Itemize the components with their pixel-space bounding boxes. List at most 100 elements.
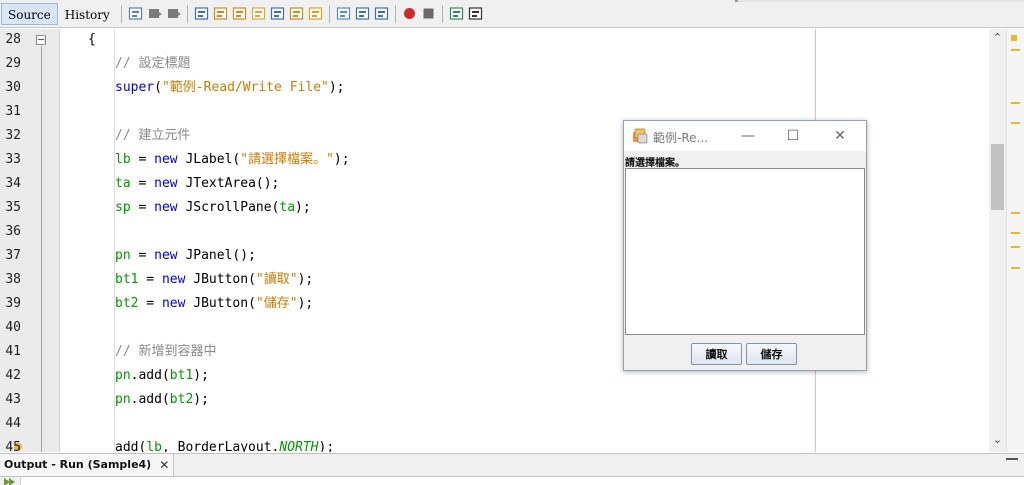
scroll-down-icon[interactable]: ⌄ <box>989 431 1006 448</box>
indent-guide <box>44 29 45 452</box>
button-panel: 讀取 儲存 <box>624 335 866 370</box>
line-number: 31 <box>5 104 21 119</box>
error-stripe-mark[interactable] <box>1011 49 1020 51</box>
code-line[interactable]: pn.add(bt1); <box>115 364 209 388</box>
toolbar-icon-group <box>126 4 485 23</box>
app-window[interactable]: 範例-Re... — ☐ ✕ 請選擇檔案。 讀取 儲存 <box>623 120 867 371</box>
code-token: ); <box>297 296 314 311</box>
code-line[interactable]: // 設定標題 <box>115 52 190 76</box>
code-token: new <box>161 296 186 311</box>
minimize-panel-icon[interactable] <box>1006 458 1018 461</box>
save-button[interactable]: 儲存 <box>746 343 797 365</box>
minimize-button[interactable]: — <box>725 121 771 151</box>
code-token: ); <box>193 392 209 407</box>
line-number-gutter: 28 29 30 31 32 33 34 35 36 37 38 39 40 41 42 43 44 45 <box>0 29 60 452</box>
code-token: .add( <box>130 368 170 383</box>
indent-guide <box>60 29 61 452</box>
file-text-area[interactable] <box>625 168 865 335</box>
vertical-scrollbar[interactable]: ⌃ ⌄ <box>989 29 1006 452</box>
code-token: bt1 <box>115 272 139 287</box>
rerun-icon[interactable] <box>3 478 17 485</box>
close-button[interactable]: ✕ <box>817 121 863 151</box>
code-line[interactable]: lb = new JLabel("請選擇檔案。"); <box>115 148 350 172</box>
shift-right-icon[interactable] <box>374 6 389 21</box>
code-line[interactable]: bt2 = new JButton("儲存"); <box>115 292 313 316</box>
file-prompt-label: 請選擇檔案。 <box>625 158 685 169</box>
code-token: ); <box>333 152 350 167</box>
code-token: add( <box>115 440 147 452</box>
line-number: 45 <box>5 440 21 452</box>
code-line[interactable]: bt1 = new JButton("讀取"); <box>115 268 313 292</box>
error-stripe[interactable] <box>1006 29 1024 452</box>
editor-toolbar: Source History <box>0 0 1024 28</box>
scroll-up-icon[interactable]: ⌃ <box>989 29 1006 46</box>
code-token: JButton( <box>185 296 256 311</box>
output-tab[interactable]: Output - Run (Sample4) ✕ <box>0 454 175 476</box>
find-selection-icon[interactable] <box>194 6 209 21</box>
previous-bookmark-icon[interactable] <box>289 6 304 21</box>
code-token: new <box>161 272 186 287</box>
code-token: new <box>154 200 178 215</box>
code-token: JTextArea(); <box>177 176 280 191</box>
code-token: pn <box>115 392 131 407</box>
back-icon[interactable] <box>147 6 162 21</box>
code-line[interactable]: // 建立元件 <box>115 124 190 148</box>
code-token: // 新增到容器中 <box>115 344 217 359</box>
code-line[interactable]: sp = new JScrollPane(ta); <box>115 196 311 220</box>
code-line[interactable]: pn.add(bt2); <box>115 388 209 412</box>
uncomment-icon[interactable] <box>468 6 483 21</box>
tab-history[interactable]: History <box>58 3 117 25</box>
error-stripe-mark[interactable] <box>1011 122 1020 124</box>
window-title: 範例-Re... <box>653 131 708 145</box>
line-number: 29 <box>5 56 21 71</box>
code-token: ); <box>295 200 311 215</box>
forward-icon[interactable] <box>166 6 181 21</box>
line-number: 30 <box>5 80 21 95</box>
code-token: ta <box>115 176 131 191</box>
close-icon[interactable]: ✕ <box>159 454 169 476</box>
code-token: NORTH <box>279 440 319 452</box>
toggle-highlight-icon[interactable] <box>251 6 266 21</box>
fold-guide <box>41 46 42 452</box>
code-token: sp <box>115 200 131 215</box>
code-token: "儲存" <box>255 296 298 311</box>
shift-left-icon[interactable] <box>355 6 370 21</box>
code-token: "讀取" <box>255 272 298 287</box>
line-number: 40 <box>5 320 21 335</box>
error-stripe-mark[interactable] <box>1011 102 1020 104</box>
error-stripe-mark[interactable] <box>1011 212 1020 214</box>
code-token: super <box>115 80 155 95</box>
toggle-rectangular-icon[interactable] <box>270 6 285 21</box>
code-line[interactable]: super("範例-Read/Write File"); <box>115 76 345 100</box>
output-tab-title: Output - Run (Sample4) <box>4 458 152 471</box>
code-token: = <box>130 176 155 191</box>
next-bookmark-icon[interactable] <box>308 6 323 21</box>
error-stripe-mark[interactable] <box>1011 232 1020 234</box>
find-previous-icon[interactable] <box>213 6 228 21</box>
read-button[interactable]: 讀取 <box>691 343 742 365</box>
maximize-button[interactable]: ☐ <box>770 121 816 151</box>
start-macro-icon[interactable] <box>402 6 417 21</box>
code-line[interactable]: add(lb, BorderLayout.NORTH); <box>115 436 334 452</box>
find-next-icon[interactable] <box>232 6 247 21</box>
scrollbar-thumb[interactable] <box>991 144 1004 210</box>
code-line[interactable]: pn = new JPanel(); <box>115 244 256 268</box>
tab-source[interactable]: Source <box>1 2 58 25</box>
code-editor[interactable]: 28 29 30 31 32 33 34 35 36 37 38 39 40 41 42 43 44 45 {//… <box>0 29 1024 452</box>
stop-macro-icon[interactable] <box>421 6 436 21</box>
code-line[interactable]: // 新增到容器中 <box>115 340 216 364</box>
toggle-bookmark-icon[interactable] <box>336 6 351 21</box>
last-edit-icon[interactable] <box>128 6 143 21</box>
error-stripe-mark[interactable] <box>1011 246 1020 248</box>
code-token: lb <box>146 440 162 452</box>
status-indicator-icon[interactable] <box>1011 35 1017 41</box>
window-title-bar[interactable]: 範例-Re... — ☐ ✕ <box>624 121 866 151</box>
comment-icon[interactable] <box>449 6 464 21</box>
error-stripe-mark[interactable] <box>1011 267 1020 269</box>
code-token: ); <box>193 368 209 383</box>
code-line[interactable]: { <box>88 29 96 52</box>
code-line[interactable]: ta = new JTextArea(); <box>115 172 279 196</box>
output-console[interactable] <box>20 477 1024 485</box>
code-token: lb <box>115 152 131 167</box>
toolbar-separator <box>120 4 122 23</box>
